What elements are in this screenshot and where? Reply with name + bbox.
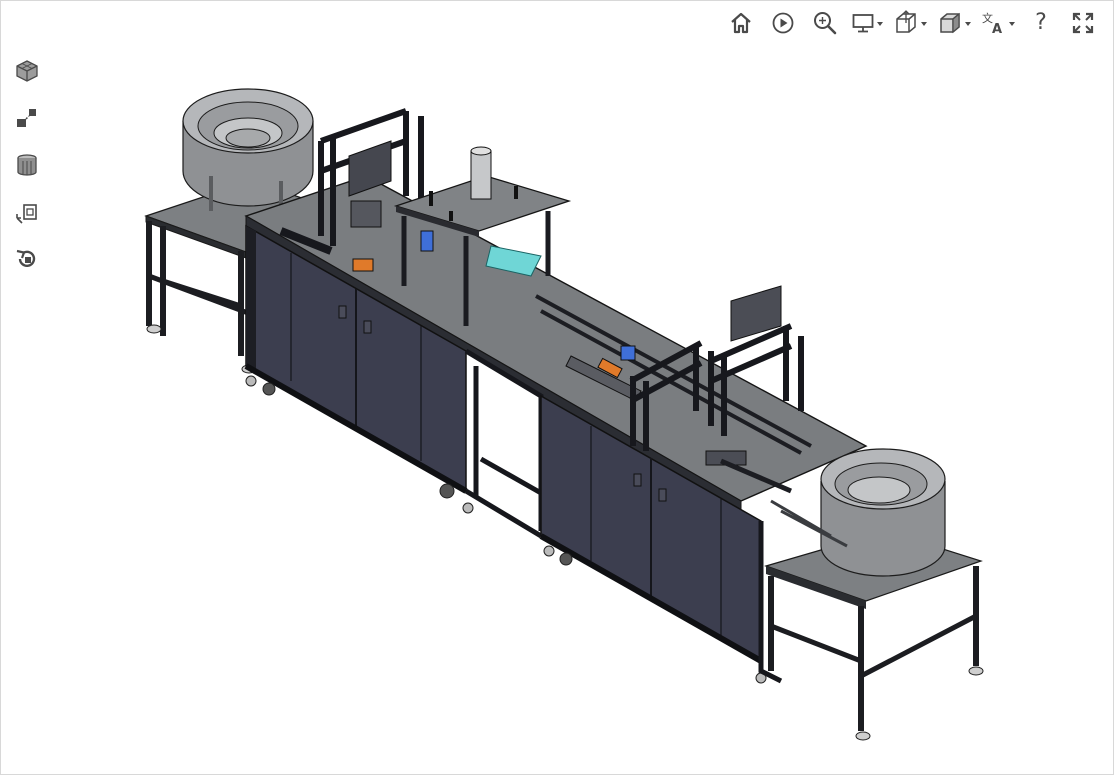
left-toolbar [13,57,41,273]
measure-icon [16,204,37,224]
model-tree-button[interactable] [13,57,41,85]
home-view-button[interactable] [725,7,757,39]
reset-view-button[interactable] [13,245,41,273]
home-icon [731,12,751,34]
language-dropdown[interactable]: 文 A [981,7,1015,39]
model-viewport[interactable] [121,81,1001,751]
section-cube-icon [896,10,916,33]
svg-text:A: A [992,22,1002,36]
help-button[interactable]: ? [1025,7,1057,39]
fullscreen-button[interactable] [1067,7,1099,39]
standard-views-dropdown[interactable] [937,7,971,39]
section-view-dropdown[interactable] [893,7,927,39]
assembly-cube-icon [16,60,38,82]
chevron-down-icon [1009,22,1015,26]
monitor-icon [852,14,874,33]
chevron-down-icon [965,22,971,26]
zoom-icon [814,12,837,35]
fullscreen-icon [1072,12,1094,34]
display-style-dropdown[interactable] [851,7,883,39]
zoom-fit-button[interactable] [809,7,841,39]
explode-icon [17,109,36,127]
chevron-down-icon [921,22,927,26]
viewer-frame: 文 A ? [0,0,1114,775]
cross-section-icon [17,154,37,176]
reset-rotate-icon [16,249,36,268]
view-cube-icon [940,12,960,34]
animation-button[interactable] [767,7,799,39]
chevron-down-icon [877,22,883,26]
play-circle-icon [772,12,794,34]
assembly-machine-model [144,88,984,741]
translate-icon: 文 A [982,11,1002,36]
help-icon: ? [1035,10,1047,35]
explode-button[interactable] [13,104,41,132]
cross-section-button[interactable] [13,151,41,179]
top-toolbar: 文 A ? [725,7,1099,39]
measure-button[interactable] [13,198,41,226]
